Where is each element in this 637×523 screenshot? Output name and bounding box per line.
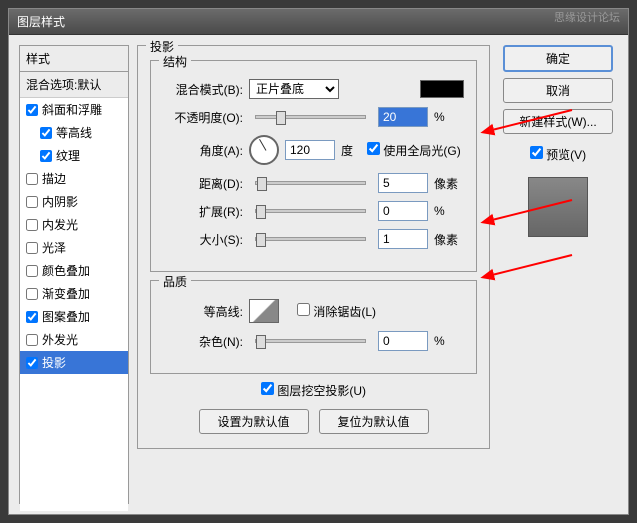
quality-title: 品质 — [159, 273, 191, 290]
style-item[interactable]: 内阴影 — [20, 190, 128, 213]
style-checkbox[interactable] — [26, 196, 38, 208]
style-label: 光泽 — [42, 239, 66, 256]
noise-unit: % — [434, 334, 464, 348]
style-item[interactable]: 斜面和浮雕 — [20, 98, 128, 121]
distance-label: 距离(D): — [163, 175, 243, 192]
angle-input[interactable] — [285, 140, 335, 160]
contour-label: 等高线: — [163, 303, 243, 320]
style-checkbox[interactable] — [26, 219, 38, 231]
style-checkbox[interactable] — [40, 127, 52, 139]
blend-mode-select[interactable]: 正片叠底 — [249, 79, 339, 99]
distance-input[interactable] — [378, 173, 428, 193]
global-light-checkbox[interactable]: 使用全局光(G) — [367, 142, 461, 159]
style-label: 内发光 — [42, 216, 78, 233]
angle-label: 角度(A): — [163, 142, 243, 159]
style-label: 纹理 — [56, 147, 80, 164]
reset-default-button[interactable]: 复位为默认值 — [319, 409, 429, 434]
angle-dial[interactable] — [249, 135, 279, 165]
style-label: 等高线 — [56, 124, 92, 141]
antialias-checkbox[interactable]: 消除锯齿(L) — [297, 303, 376, 320]
style-checkbox[interactable] — [26, 357, 38, 369]
opacity-unit: % — [434, 110, 464, 124]
style-checkbox[interactable] — [26, 104, 38, 116]
cancel-button[interactable]: 取消 — [503, 78, 613, 103]
style-checkbox[interactable] — [26, 265, 38, 277]
style-item[interactable]: 外发光 — [20, 328, 128, 351]
dialog-title: 图层样式 — [17, 15, 65, 29]
noise-label: 杂色(N): — [163, 333, 243, 350]
set-default-button[interactable]: 设置为默认值 — [199, 409, 309, 434]
noise-input[interactable] — [378, 331, 428, 351]
preview-swatch — [528, 177, 588, 237]
style-checkbox[interactable] — [26, 288, 38, 300]
opacity-slider[interactable] — [255, 115, 366, 119]
contour-picker[interactable] — [249, 299, 279, 323]
opacity-input[interactable] — [378, 107, 428, 127]
knockout-checkbox[interactable]: 图层挖空投影(U) — [261, 384, 366, 398]
style-label: 渐变叠加 — [42, 285, 90, 302]
shadow-panel: 投影 结构 混合模式(B): 正片叠底 不透明度(O): % — [137, 45, 490, 504]
style-checkbox[interactable] — [26, 311, 38, 323]
style-label: 斜面和浮雕 — [42, 101, 102, 118]
shadow-fieldset: 投影 结构 混合模式(B): 正片叠底 不透明度(O): % — [137, 45, 490, 449]
titlebar: 图层样式 — [9, 9, 628, 35]
style-label: 颜色叠加 — [42, 262, 90, 279]
styles-panel: 样式 混合选项:默认 斜面和浮雕等高线纹理描边内阴影内发光光泽颜色叠加渐变叠加图… — [19, 45, 129, 504]
blend-mode-label: 混合模式(B): — [163, 81, 243, 98]
style-item[interactable]: 颜色叠加 — [20, 259, 128, 282]
new-style-button[interactable]: 新建样式(W)... — [503, 109, 613, 134]
style-label: 描边 — [42, 170, 66, 187]
opacity-label: 不透明度(O): — [163, 109, 243, 126]
styles-header: 样式 — [20, 46, 128, 72]
shadow-color-swatch[interactable] — [420, 80, 464, 98]
style-item[interactable]: 光泽 — [20, 236, 128, 259]
style-checkbox[interactable] — [40, 150, 52, 162]
spread-unit: % — [434, 204, 464, 218]
style-item[interactable]: 纹理 — [20, 144, 128, 167]
ok-button[interactable]: 确定 — [503, 45, 613, 72]
distance-unit: 像素 — [434, 175, 464, 192]
spread-input[interactable] — [378, 201, 428, 221]
spread-slider[interactable] — [255, 209, 366, 213]
size-slider[interactable] — [255, 237, 366, 241]
style-label: 图案叠加 — [42, 308, 90, 325]
style-item[interactable]: 等高线 — [20, 121, 128, 144]
preview-checkbox[interactable]: 预览(V) — [530, 146, 586, 163]
noise-slider[interactable] — [255, 339, 366, 343]
style-item[interactable]: 渐变叠加 — [20, 282, 128, 305]
style-list: 斜面和浮雕等高线纹理描边内阴影内发光光泽颜色叠加渐变叠加图案叠加外发光投影 — [20, 98, 128, 511]
style-checkbox[interactable] — [26, 242, 38, 254]
style-item[interactable]: 内发光 — [20, 213, 128, 236]
angle-unit: 度 — [341, 142, 353, 159]
size-label: 大小(S): — [163, 231, 243, 248]
size-unit: 像素 — [434, 231, 464, 248]
style-label: 外发光 — [42, 331, 78, 348]
blend-options[interactable]: 混合选项:默认 — [20, 72, 128, 98]
style-checkbox[interactable] — [26, 334, 38, 346]
style-checkbox[interactable] — [26, 173, 38, 185]
quality-fieldset: 品质 等高线: 消除锯齿(L) 杂色(N): % — [150, 280, 477, 374]
structure-title: 结构 — [159, 53, 191, 70]
style-item[interactable]: 投影 — [20, 351, 128, 374]
layer-style-dialog: 思缘设计论坛 图层样式 样式 混合选项:默认 斜面和浮雕等高线纹理描边内阴影内发… — [8, 8, 629, 515]
right-panel: 确定 取消 新建样式(W)... 预览(V) — [498, 45, 618, 504]
spread-label: 扩展(R): — [163, 203, 243, 220]
size-input[interactable] — [378, 229, 428, 249]
style-label: 投影 — [42, 354, 66, 371]
style-label: 内阴影 — [42, 193, 78, 210]
style-item[interactable]: 图案叠加 — [20, 305, 128, 328]
distance-slider[interactable] — [255, 181, 366, 185]
style-item[interactable]: 描边 — [20, 167, 128, 190]
structure-fieldset: 结构 混合模式(B): 正片叠底 不透明度(O): % 角度 — [150, 60, 477, 272]
